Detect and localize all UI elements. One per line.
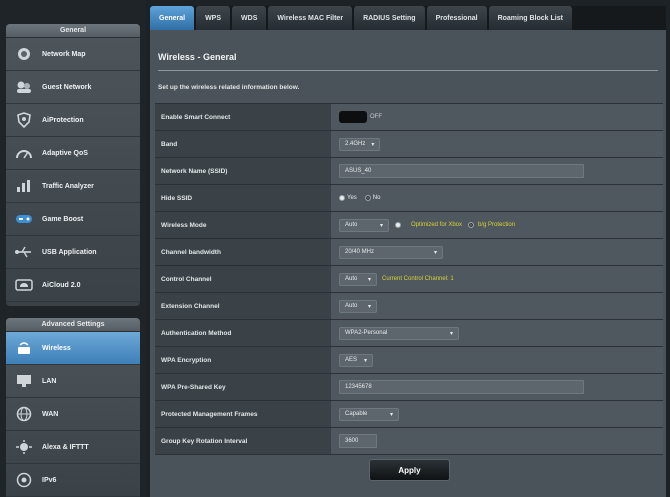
smart-connect-state: OFF [370,114,382,120]
shield-icon [14,112,34,128]
pmf-label: Protected Management Frames [155,401,331,427]
extension-channel-select[interactable]: Auto ▾ [339,299,377,313]
cloud-icon [14,277,34,293]
tab-general[interactable]: General [150,6,195,30]
form-row-control-channel: Control Channel Auto ▾ Current Control Ch… [155,266,663,293]
guest-network-icon [14,79,34,95]
ssid-label: Network Name (SSID) [155,158,331,184]
usb-icon [14,244,34,260]
sidebar: General Network Map Guest Network AiProt… [0,0,146,497]
sidebar-item-adaptive-qos[interactable]: Adaptive QoS [6,137,140,170]
auth-method-select[interactable]: WPA2-Personal ▾ [339,326,459,340]
group-key-input[interactable]: 3600 [339,434,377,448]
current-channel-hint: Current Control Channel: 1 [382,276,454,282]
wpa-key-label: WPA Pre-Shared Key [155,374,331,400]
optimized-xbox-checkbox[interactable] [395,222,403,228]
auth-method-label: Authentication Method [155,320,331,346]
sidebar-item-aicloud[interactable]: AiCloud 2.0 [6,269,140,302]
sidebar-item-network-map[interactable]: Network Map [6,38,140,71]
tab-bar: General WPS WDS Wireless MAC Filter RADI… [150,6,666,30]
form-row-group-key: Group Key Rotation Interval 3600 [155,428,663,455]
page-description: Set up the wireless related information … [158,84,300,91]
page-title: Wireless - General [158,52,237,62]
form-row-smart-connect: Enable Smart Connect OFF [155,104,663,131]
band-select[interactable]: 2.4GHz ▾ [339,137,381,151]
gauge-icon [14,145,34,161]
wpa-key-input[interactable]: 12345678 [339,380,584,394]
band-label: Band [155,131,331,157]
chevron-down-icon: ▾ [379,222,383,229]
chevron-down-icon: ▾ [363,357,367,364]
extension-channel-label: Extension Channel [155,293,331,319]
tab-professional[interactable]: Professional [426,6,487,30]
wireless-mode-label: Wireless Mode [155,212,331,238]
control-channel-select[interactable]: Auto ▾ [339,272,377,286]
advanced-header: Advanced Settings [6,318,140,332]
ipv6-icon [14,472,34,488]
form-row-ssid: Network Name (SSID) ASUS_40 [155,158,663,185]
optimized-xbox-label: Optimized for Xbox [411,222,463,228]
chevron-down-icon: ▾ [389,411,393,418]
pmf-select[interactable]: Capable ▾ [339,407,399,421]
lan-icon [14,373,34,389]
bg-protection-checkbox[interactable] [468,222,476,228]
alexa-icon [14,439,34,455]
tab-wps[interactable]: WPS [196,6,231,30]
form-row-wpa-key: WPA Pre-Shared Key 12345678 [155,374,663,401]
chart-icon [14,178,34,194]
form-row-extension-channel: Extension Channel Auto ▾ [155,293,663,320]
title-divider [158,70,658,71]
group-key-label: Group Key Rotation Interval [155,428,331,454]
wpa-encryption-label: WPA Encryption [155,347,331,373]
chevron-down-icon: ▾ [367,276,371,283]
sidebar-item-aiprotection[interactable]: AiProtection [6,104,140,137]
smart-connect-label: Enable Smart Connect [155,104,331,130]
bandwidth-select[interactable]: 20/40 MHz ▾ [339,245,443,259]
wireless-general-form: Enable Smart Connect OFF Band 2.4GHz ▾ Ne… [155,103,663,455]
network-map-icon [14,46,34,62]
form-row-wireless-mode: Wireless Mode Auto ▾ Optimized for Xbox b… [155,212,663,239]
form-row-hide-ssid: Hide SSID Yes No [155,185,663,212]
smart-connect-toggle[interactable] [339,111,367,123]
tab-radius-setting[interactable]: RADIUS Setting [354,6,425,30]
sidebar-item-usb-application[interactable]: USB Application [6,236,140,269]
sidebar-item-wan[interactable]: WAN [6,398,140,431]
chevron-down-icon: ▾ [449,330,453,337]
hide-ssid-no-radio[interactable]: No [364,195,380,201]
general-menu: General Network Map Guest Network AiProt… [6,24,140,306]
bandwidth-label: Channel bandwidth [155,239,331,265]
form-row-wpa-encryption: WPA Encryption AES ▾ [155,347,663,374]
sidebar-item-alexa-ifttt[interactable]: Alexa & IFTTT [6,431,140,464]
hide-ssid-yes-radio[interactable]: Yes [339,195,357,201]
tab-wds[interactable]: WDS [232,6,267,30]
sidebar-item-ipv6[interactable]: IPv6 [6,464,140,497]
sidebar-item-wireless[interactable]: Wireless [6,332,140,365]
apply-button[interactable]: Apply [369,459,450,481]
tab-wireless-mac-filter[interactable]: Wireless MAC Filter [268,6,353,30]
form-row-auth-method: Authentication Method WPA2-Personal ▾ [155,320,663,347]
sidebar-item-traffic-analyzer[interactable]: Traffic Analyzer [6,170,140,203]
tab-roaming-block-list[interactable]: Roaming Block List [488,6,572,30]
form-row-band: Band 2.4GHz ▾ [155,131,663,158]
main-panel: Wireless - General Set up the wireless r… [150,30,666,497]
wireless-icon [14,340,34,356]
general-header: General [6,24,140,38]
game-icon [14,211,34,227]
sidebar-item-lan[interactable]: LAN [6,365,140,398]
chevron-down-icon: ▾ [433,249,437,256]
chevron-down-icon: ▾ [371,141,375,148]
control-channel-label: Control Channel [155,266,331,292]
bg-protection-label: b/g Protection [478,222,516,228]
sidebar-item-game-boost[interactable]: Game Boost [6,203,140,236]
globe-icon [14,406,34,422]
wpa-encryption-select[interactable]: AES ▾ [339,353,373,367]
form-row-bandwidth: Channel bandwidth 20/40 MHz ▾ [155,239,663,266]
advanced-menu: Advanced Settings Wireless LAN WAN Alexa… [6,318,140,497]
sidebar-item-guest-network[interactable]: Guest Network [6,71,140,104]
form-row-pmf: Protected Management Frames Capable ▾ [155,401,663,428]
ssid-input[interactable]: ASUS_40 [339,164,584,178]
wireless-mode-select[interactable]: Auto ▾ [339,218,389,232]
chevron-down-icon: ▾ [367,303,371,310]
hide-ssid-label: Hide SSID [155,185,331,211]
